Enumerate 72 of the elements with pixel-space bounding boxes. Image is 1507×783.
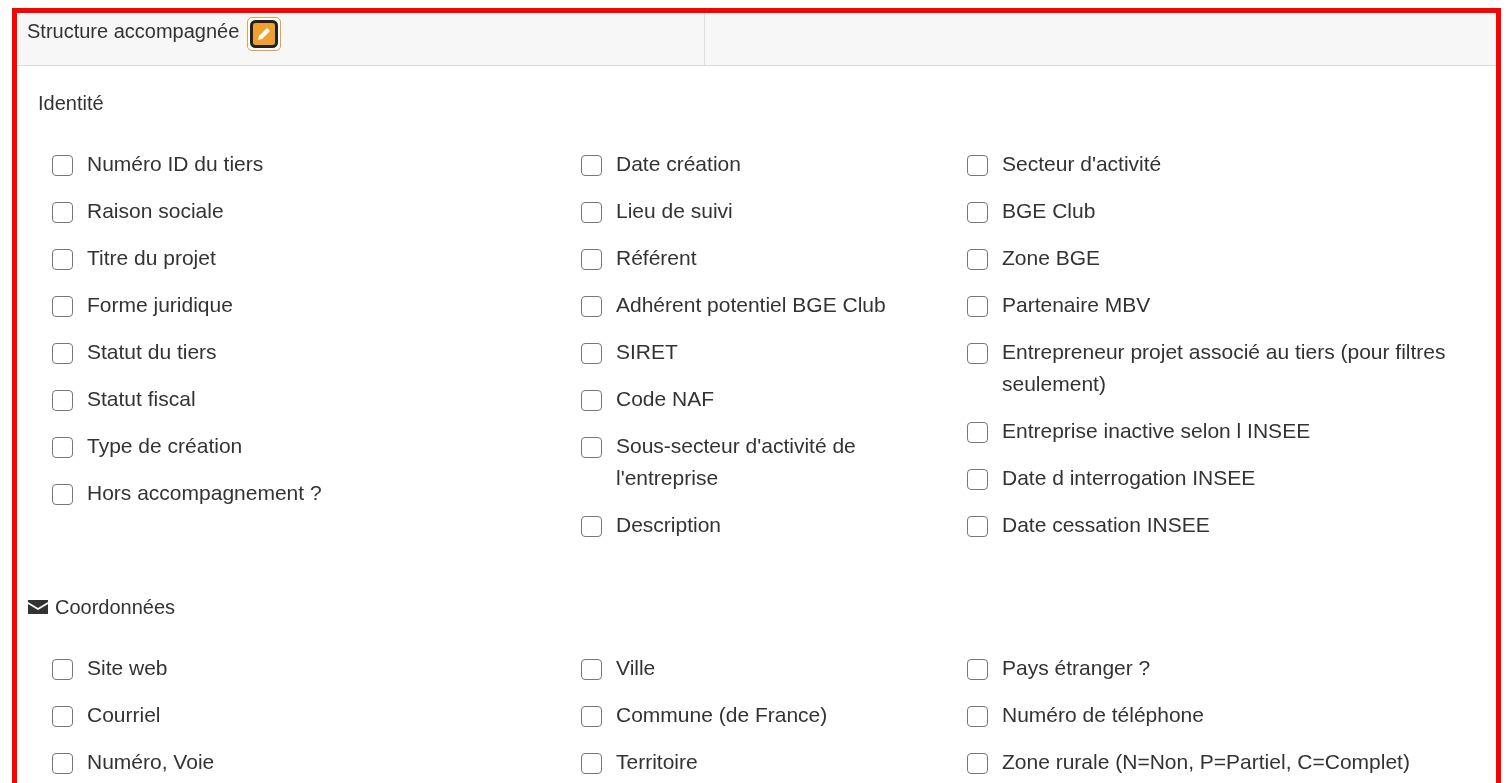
checkbox[interactable]: [581, 437, 602, 458]
checkbox[interactable]: [967, 659, 988, 680]
checkbox-label: Forme juridique: [87, 292, 233, 318]
checkbox-label: Date création: [616, 151, 741, 177]
checkbox[interactable]: [52, 659, 73, 680]
checkbox[interactable]: [967, 249, 988, 270]
section-title: Identité: [38, 91, 104, 116]
checkbox-label: Statut du tiers: [87, 339, 217, 365]
checkbox-label: BGE Club: [1002, 198, 1096, 224]
checkbox-label: SIRET: [616, 339, 678, 365]
checkbox[interactable]: [967, 296, 988, 317]
pencil-icon: [250, 20, 279, 48]
checkbox[interactable]: [967, 343, 988, 364]
checkbox[interactable]: [52, 155, 73, 176]
checkbox[interactable]: [967, 516, 988, 537]
checkbox[interactable]: [581, 659, 602, 680]
checkbox-label: Date cessation INSEE: [1002, 512, 1210, 538]
checkbox[interactable]: [581, 155, 602, 176]
checkbox-label: Partenaire MBV: [1002, 292, 1151, 318]
checkbox-label: Type de création: [87, 433, 243, 459]
checkbox-label: Secteur d'activité: [1002, 151, 1162, 177]
checkbox-label: Zone BGE: [1002, 245, 1101, 271]
checkbox-label: Territoire: [616, 749, 698, 775]
edit-button[interactable]: [247, 17, 282, 51]
checkbox[interactable]: [52, 484, 73, 505]
checkbox-label: Raison sociale: [87, 198, 224, 224]
checkbox-label: Zone rurale (N=Non, P=Partiel, C=Complet): [1002, 749, 1410, 775]
checkbox-label: Référent: [616, 245, 697, 271]
checkbox-label: Site web: [87, 655, 168, 681]
checkbox-label: Description: [616, 512, 722, 538]
checkbox[interactable]: [967, 706, 988, 727]
checkbox[interactable]: [52, 753, 73, 774]
checkbox-label: Adhérent potentiel BGE Club: [616, 292, 886, 318]
checkbox[interactable]: [967, 202, 988, 223]
checkbox[interactable]: [581, 753, 602, 774]
checkbox[interactable]: [967, 422, 988, 443]
checkbox[interactable]: [52, 706, 73, 727]
envelope-icon: [27, 599, 49, 615]
checkbox[interactable]: [581, 296, 602, 317]
checkbox-label: Entrepreneur projet associé au tiers (pour filtres seulement): [1002, 339, 1447, 397]
checkbox-label: Numéro de téléphone: [1002, 702, 1204, 728]
checkbox[interactable]: [581, 249, 602, 270]
section-title: Coordonnées: [55, 595, 176, 620]
checkbox[interactable]: [967, 469, 988, 490]
checkbox[interactable]: [967, 155, 988, 176]
checkbox-label: Sous-secteur d'activité de l'entreprise: [616, 433, 857, 491]
checkbox-label: Lieu de suivi: [616, 198, 733, 224]
checkbox[interactable]: [581, 706, 602, 727]
checkbox[interactable]: [52, 390, 73, 411]
checkbox-label: Numéro ID du tiers: [87, 151, 264, 177]
checkbox[interactable]: [967, 753, 988, 774]
checkbox[interactable]: [52, 202, 73, 223]
checkbox-label: Ville: [616, 655, 656, 681]
checkbox-label: Code NAF: [616, 386, 715, 412]
checkbox[interactable]: [581, 343, 602, 364]
checkbox-label: Commune (de France): [616, 702, 828, 728]
checkbox-label: Titre du projet: [87, 245, 216, 271]
panel-title: Structure accompagnée: [27, 19, 240, 44]
checkbox-label: Date d interrogation INSEE: [1002, 465, 1256, 491]
checkbox-label: Entreprise inactive selon l INSEE: [1002, 418, 1311, 444]
checkbox[interactable]: [581, 516, 602, 537]
checkbox[interactable]: [52, 343, 73, 364]
checkbox-label: Pays étranger ?: [1002, 655, 1151, 681]
checkbox-label: Courriel: [87, 702, 161, 728]
checkbox[interactable]: [52, 437, 73, 458]
checkbox[interactable]: [52, 296, 73, 317]
checkbox[interactable]: [581, 202, 602, 223]
checkbox-label: Hors accompagnement ?: [87, 480, 322, 506]
checkbox-label: Statut fiscal: [87, 386, 196, 412]
checkbox[interactable]: [581, 390, 602, 411]
checkbox-label: Numéro, Voie: [87, 749, 215, 775]
checkbox[interactable]: [52, 249, 73, 270]
